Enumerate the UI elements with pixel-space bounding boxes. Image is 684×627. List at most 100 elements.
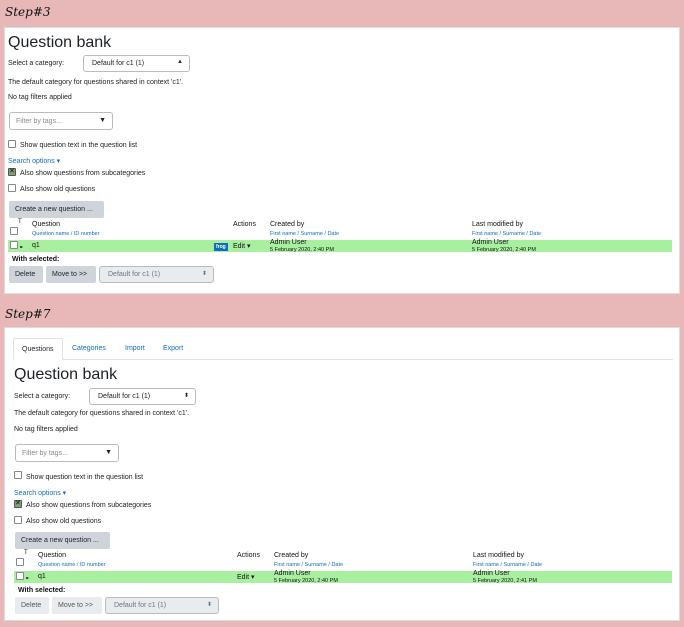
chevron-down-icon: ⬍: [206, 602, 212, 608]
drag-handle-icon: ▸▸: [26, 575, 29, 580]
col-modified-sort[interactable]: First name / Surname / Date: [473, 562, 542, 568]
col-question: Question: [38, 552, 67, 559]
table-row: [8, 240, 672, 252]
subcategories-label: Also show questions from subcategories: [20, 170, 146, 177]
drag-handle-icon: ▸▸: [20, 244, 23, 249]
sort-asc-icon[interactable]: T: [18, 219, 22, 225]
tag-filter-input[interactable]: Filter by tags... ▼: [15, 444, 119, 462]
col-created: Created by: [274, 552, 309, 559]
tab-export[interactable]: Export: [155, 338, 191, 360]
tag-badge: frog: [214, 243, 228, 251]
chevron-down-icon: ⬍: [201, 271, 207, 277]
select-all-checkbox[interactable]: [16, 558, 24, 566]
context-text: The default category for questions share…: [8, 79, 184, 86]
search-options-label: Search options: [14, 490, 61, 497]
col-created: Created by: [270, 221, 305, 228]
with-selected-label: With selected:: [18, 587, 66, 594]
col-question-sort[interactable]: Question name / ID number: [32, 231, 100, 237]
created-user: Admin User: [270, 239, 307, 246]
show-text-label: Show question text in the question list: [26, 474, 144, 481]
step-3-banner: [0, 0, 684, 26]
chevron-down-icon: ▲: [177, 59, 183, 65]
create-question-button[interactable]: Create a new question ...: [9, 201, 104, 218]
search-options-link[interactable]: Search options ▾: [8, 157, 60, 165]
sort-asc-icon[interactable]: T: [24, 550, 28, 556]
chevron-down-icon: ▾: [251, 574, 255, 581]
delete-button[interactable]: Delete: [15, 597, 49, 614]
edit-label: Edit: [237, 574, 250, 581]
tag-filter-status: No tag filters applied: [8, 94, 72, 101]
category-label: Select a category:: [14, 393, 71, 400]
show-text-checkbox[interactable]: [8, 140, 16, 148]
subcategories-checkbox[interactable]: [8, 167, 16, 176]
edit-menu[interactable]: Edit ▾: [237, 573, 255, 581]
tag-filter-placeholder: Filter by tags...: [16, 118, 62, 125]
move-target-select[interactable]: Default for c1 (1) ⬍: [105, 597, 219, 614]
create-question-button[interactable]: Create a new question ...: [15, 532, 110, 549]
move-to-button[interactable]: Move to >>: [46, 266, 96, 283]
col-created-sort[interactable]: First name / Surname / Date: [270, 231, 339, 237]
with-selected-label: With selected:: [12, 256, 60, 263]
tag-filter-input[interactable]: Filter by tags... ▼: [9, 112, 113, 130]
move-to-button[interactable]: Move to >>: [52, 597, 102, 614]
col-actions: Actions: [233, 221, 256, 228]
col-actions: Actions: [237, 552, 260, 559]
chevron-down-icon: ▼: [99, 117, 106, 124]
show-text-checkbox[interactable]: [14, 471, 22, 479]
chevron-down-icon: ▼: [105, 449, 112, 456]
question-name[interactable]: q1: [32, 242, 40, 249]
step-7-panel: Questions Categories Import Export Quest…: [4, 327, 680, 621]
step-3-panel: Question bank Select a category: Default…: [4, 27, 680, 294]
modified-user: Admin User: [472, 239, 509, 246]
move-target-value: Default for c1 (1): [108, 271, 161, 278]
chevron-down-icon: ▾: [56, 158, 61, 165]
category-label: Select a category:: [8, 60, 65, 67]
old-questions-checkbox[interactable]: [14, 516, 22, 524]
delete-button[interactable]: Delete: [9, 266, 43, 283]
tab-questions[interactable]: Questions: [13, 338, 63, 360]
category-select-value: Default for c1 (1): [92, 60, 145, 67]
tab-categories[interactable]: Categories: [64, 338, 114, 360]
context-text: The default category for questions share…: [14, 410, 190, 417]
row-checkbox[interactable]: [16, 572, 24, 580]
col-created-sort[interactable]: First name / Surname / Date: [274, 562, 343, 568]
category-select[interactable]: Default for c1 (1) ⬍: [89, 388, 196, 405]
tag-filter-placeholder: Filter by tags...: [22, 450, 68, 457]
col-modified: Last modified by: [473, 552, 524, 559]
old-questions-checkbox[interactable]: [8, 184, 16, 192]
move-target-select[interactable]: Default for c1 (1) ⬍: [99, 266, 214, 283]
old-questions-label: Also show old questions: [20, 186, 96, 193]
tag-filter-status: No tag filters applied: [14, 426, 78, 433]
subcategories-label: Also show questions from subcategories: [26, 502, 152, 509]
col-modified-sort[interactable]: First name / Surname / Date: [472, 231, 541, 237]
table-row: [14, 571, 672, 583]
edit-label: Edit: [233, 243, 246, 250]
old-questions-label: Also show old questions: [26, 518, 102, 525]
show-text-label: Show question text in the question list: [20, 142, 138, 149]
row-checkbox[interactable]: [10, 241, 18, 249]
step-3-label: Step#3: [5, 5, 51, 19]
chevron-down-icon: ▾: [247, 243, 251, 250]
page-title: Question bank: [14, 366, 118, 383]
search-options-link[interactable]: Search options ▾: [14, 489, 66, 497]
search-options-label: Search options: [8, 158, 55, 165]
col-question-sort[interactable]: Question name / ID number: [38, 562, 106, 568]
col-question: Question: [32, 221, 61, 228]
edit-menu[interactable]: Edit ▾: [233, 242, 251, 250]
col-modified: Last modified by: [472, 221, 523, 228]
subcategories-checkbox[interactable]: [14, 499, 22, 508]
category-select[interactable]: Default for c1 (1) ▲: [83, 55, 190, 72]
modified-date: 5 February 2020, 2:40 PM: [472, 247, 536, 253]
step-7-label: Step#7: [5, 307, 51, 321]
tab-import[interactable]: Import: [117, 338, 153, 360]
question-name[interactable]: q1: [38, 573, 46, 580]
tab-bar: Questions Categories Import Export: [13, 338, 673, 360]
chevron-down-icon: ⬍: [183, 393, 189, 399]
page-title: Question bank: [8, 34, 112, 51]
category-select-value: Default for c1 (1): [98, 393, 151, 400]
move-target-value: Default for c1 (1): [114, 602, 167, 609]
chevron-down-icon: ▾: [62, 490, 67, 497]
modified-user: Admin User: [473, 570, 510, 577]
select-all-checkbox[interactable]: [10, 227, 18, 235]
created-user: Admin User: [274, 570, 311, 577]
